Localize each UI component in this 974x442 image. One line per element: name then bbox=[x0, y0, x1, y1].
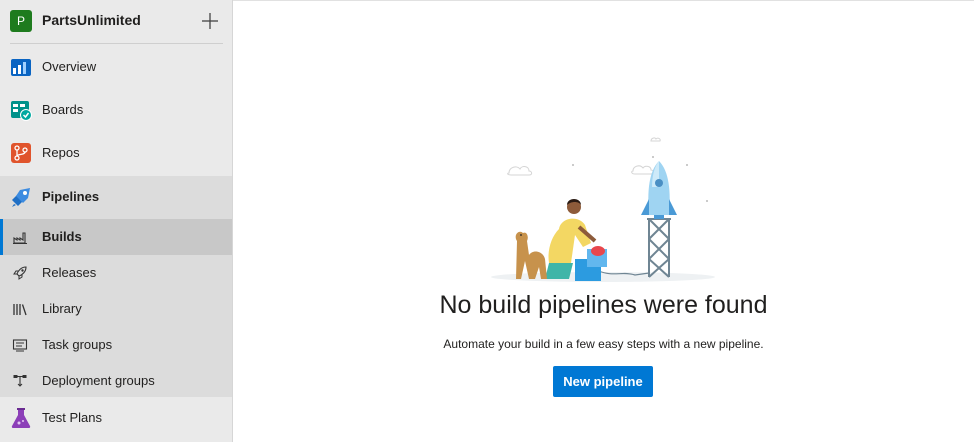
nav-label-pipelines: Pipelines bbox=[42, 189, 100, 204]
project-header[interactable]: P PartsUnlimited bbox=[0, 0, 232, 44]
sub-item-library[interactable]: Library bbox=[0, 291, 232, 327]
empty-state-description: Automate your build in a few easy steps … bbox=[443, 337, 764, 351]
pipelines-icon bbox=[12, 188, 30, 207]
nav-label-boards: Boards bbox=[42, 102, 84, 117]
sub-label-deployment-groups: Deployment groups bbox=[42, 373, 155, 388]
test-plans-icon bbox=[11, 408, 31, 428]
nav-item-overview[interactable]: Overview bbox=[0, 46, 232, 89]
nav-label-test-plans: Test Plans bbox=[42, 410, 102, 425]
deployment-groups-icon bbox=[13, 375, 27, 387]
project-name[interactable]: PartsUnlimited bbox=[42, 12, 141, 28]
nav-item-repos[interactable]: Repos bbox=[0, 132, 232, 175]
sub-label-builds: Builds bbox=[42, 229, 82, 244]
nav-item-test-plans[interactable]: Test Plans bbox=[0, 397, 232, 440]
overview-icon bbox=[11, 59, 31, 76]
boards-icon bbox=[11, 101, 32, 121]
plus-icon[interactable] bbox=[200, 11, 220, 31]
pipelines-group: Pipelines Builds Releases Library Task g… bbox=[0, 176, 232, 397]
sidebar: P PartsUnlimited Overview Boards Repos P… bbox=[0, 0, 233, 442]
nav-item-pipelines[interactable]: Pipelines bbox=[0, 176, 232, 219]
sub-item-deployment-groups[interactable]: Deployment groups bbox=[0, 363, 232, 399]
repos-icon bbox=[11, 143, 31, 163]
builds-icon bbox=[13, 232, 27, 244]
library-icon bbox=[13, 304, 27, 316]
sub-label-library: Library bbox=[42, 301, 82, 316]
sub-item-task-groups[interactable]: Task groups bbox=[0, 327, 232, 363]
empty-state-title: No build pipelines were found bbox=[439, 291, 768, 319]
sub-label-releases: Releases bbox=[42, 265, 97, 280]
rocket-icon bbox=[13, 266, 27, 280]
task-groups-icon bbox=[12, 339, 28, 352]
main-content: No build pipelines were found Automate y… bbox=[233, 0, 974, 442]
empty-state-illustration bbox=[491, 137, 715, 282]
nav-label-repos: Repos bbox=[42, 145, 80, 160]
nav-label-overview: Overview bbox=[42, 59, 97, 74]
new-pipeline-button[interactable]: New pipeline bbox=[553, 366, 653, 397]
sub-item-builds[interactable]: Builds bbox=[0, 219, 232, 255]
sub-item-releases[interactable]: Releases bbox=[0, 255, 232, 291]
header-divider bbox=[10, 43, 223, 44]
project-avatar: P bbox=[10, 10, 32, 32]
selected-indicator bbox=[0, 219, 3, 255]
nav-item-boards[interactable]: Boards bbox=[0, 89, 232, 132]
sub-label-task-groups: Task groups bbox=[42, 337, 113, 352]
